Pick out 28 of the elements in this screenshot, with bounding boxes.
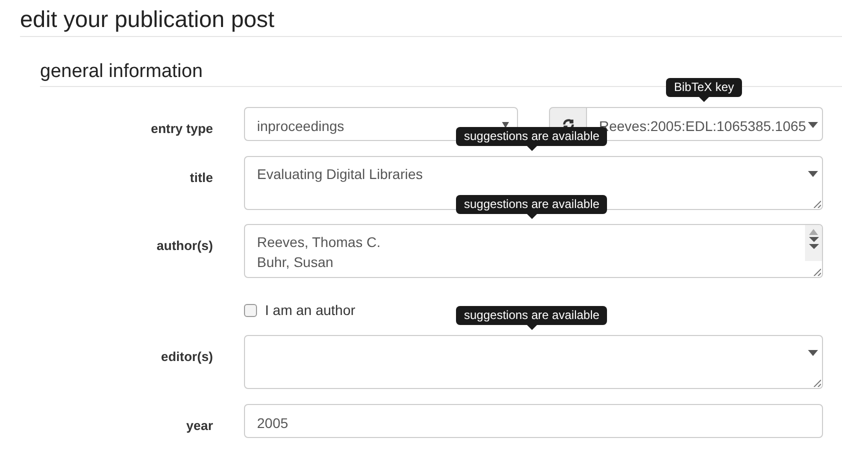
page-title: edit your publication post (20, 6, 276, 33)
scrollbar[interactable] (805, 225, 822, 261)
tooltip-arrow-icon (699, 97, 710, 102)
text-area[interactable]: Reeves, Thomas C. Buhr, Susan (244, 224, 823, 278)
field-label: entry type (150, 121, 213, 136)
dropdown-caret-icon (808, 171, 818, 177)
dropdown-caret-icon (808, 350, 818, 356)
tooltip-arrow-icon (526, 325, 537, 330)
text-line: Buhr, Susan (257, 253, 334, 272)
text-area[interactable] (244, 335, 823, 389)
text-line: Evaluating Digital Libraries (257, 165, 423, 184)
field-label: editor(s) (161, 349, 213, 364)
field-label: author(s) (156, 238, 213, 253)
year-field[interactable]: 2005 (244, 404, 823, 438)
text-line: Reeves, Thomas C. (257, 233, 380, 252)
section-title: general information (40, 60, 204, 83)
tooltip-arrow-icon (526, 146, 537, 151)
tooltip-arrow-icon (526, 214, 537, 219)
checkbox[interactable] (244, 304, 257, 317)
resize-handle-icon (813, 200, 821, 208)
scroll-up-arrow-icon[interactable] (809, 229, 818, 235)
field-label: title (190, 170, 213, 185)
dropdown-arrows-icon (808, 237, 818, 249)
checkbox-label[interactable]: I am an author (265, 300, 356, 321)
dropdown-caret-icon (808, 122, 818, 128)
resize-handle-icon (813, 268, 821, 276)
resize-handle-icon (813, 379, 821, 387)
field-label: year (186, 418, 213, 433)
